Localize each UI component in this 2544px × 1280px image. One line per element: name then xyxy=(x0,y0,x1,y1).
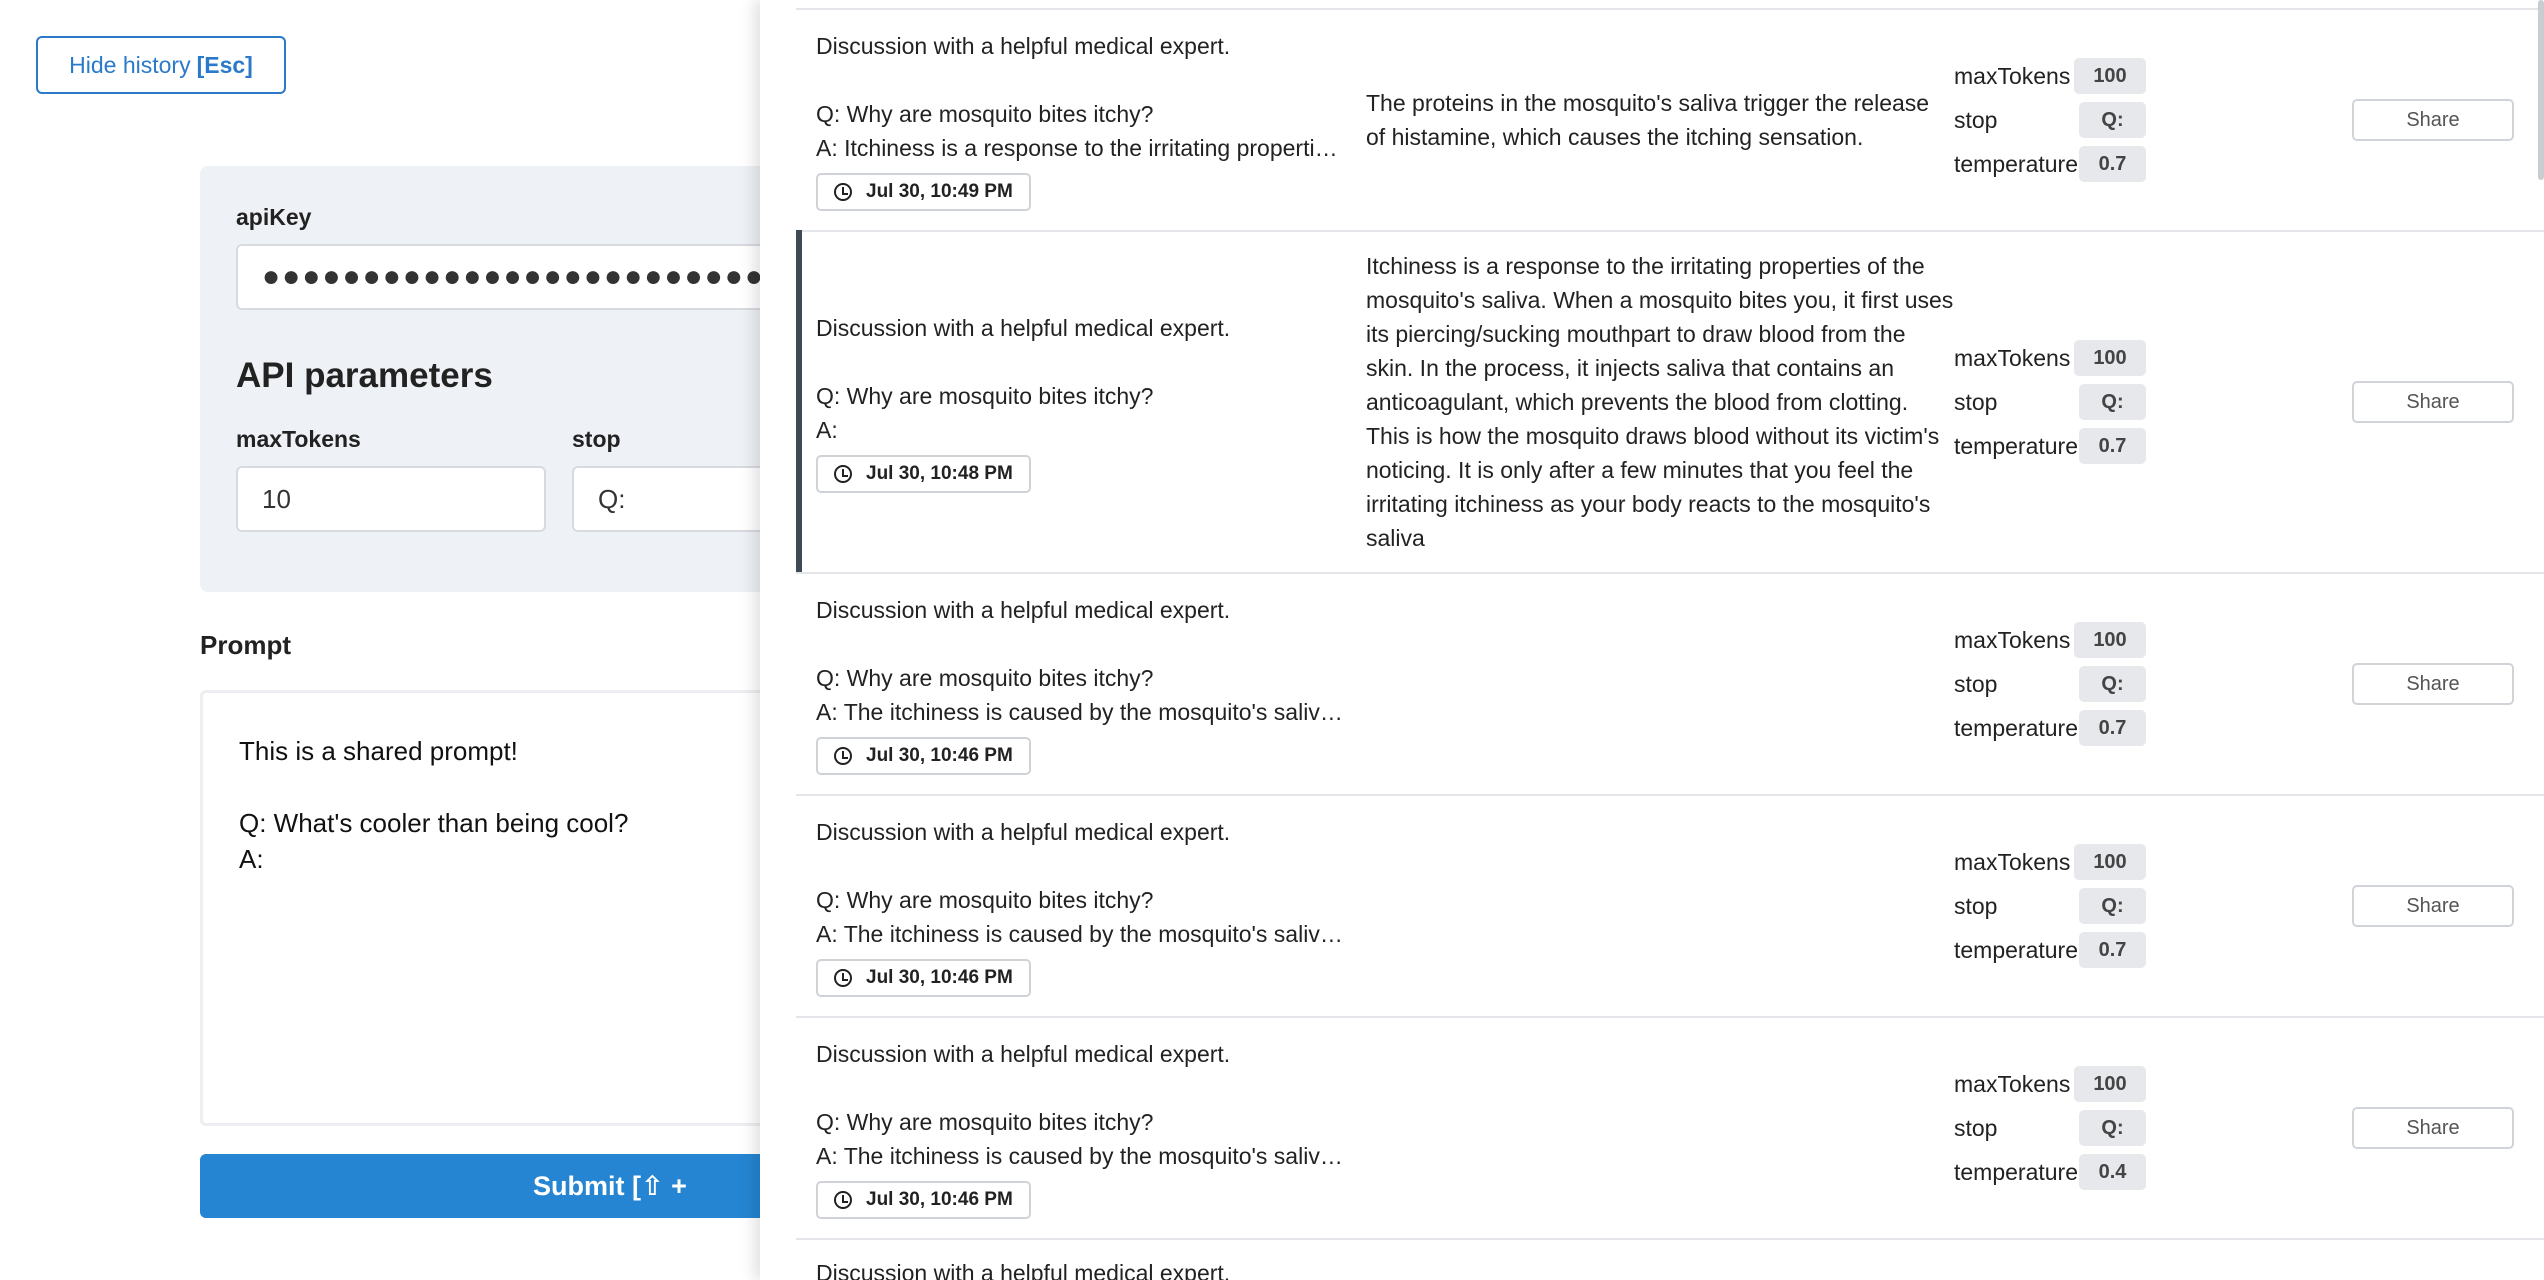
entry-prompt: Discussion with a helpful medical expert… xyxy=(796,311,1366,493)
timestamp-text: Jul 30, 10:46 PM xyxy=(866,967,1013,988)
prompt-line: Q: Why are mosquito bites itchy? xyxy=(816,383,1154,409)
param-name: stop xyxy=(1954,106,1998,133)
history-entry-selected[interactable]: Discussion with a helpful medical expert… xyxy=(796,230,2544,572)
param-name: temperature xyxy=(1954,936,2079,963)
prompt-line: A: The itchiness is caused by the mosqui… xyxy=(816,921,1346,947)
entry-prompt: Discussion with a helpful medical expert… xyxy=(796,1256,1366,1280)
prompt-line: A: xyxy=(816,417,838,443)
max-tokens-value: 100 xyxy=(2074,622,2146,658)
max-tokens-value: 100 xyxy=(2074,58,2146,94)
history-entry[interactable]: Discussion with a helpful medical expert… xyxy=(796,1238,2544,1280)
api-parameters-title: API parameters xyxy=(236,356,493,395)
entry-params: maxTokens 100 stop Q: temperature 0.4 xyxy=(1954,1062,2314,1194)
share-button[interactable]: Share xyxy=(2352,663,2514,705)
history-entry[interactable]: Discussion with a helpful medical expert… xyxy=(796,1016,2544,1238)
hide-history-button[interactable]: Hide history [Esc] xyxy=(36,36,286,94)
history-entry[interactable]: Discussion with a helpful medical expert… xyxy=(796,8,2544,230)
stop-value: Q: xyxy=(2079,888,2146,924)
temperature-value: 0.7 xyxy=(2079,710,2146,746)
param-name: maxTokens xyxy=(1954,626,2071,653)
prompt-line: A: The itchiness is caused by the mosqui… xyxy=(816,1143,1346,1169)
entry-prompt: Discussion with a helpful medical expert… xyxy=(796,29,1366,211)
entry-params: maxTokens 100 stop Q: temperature 0.7 xyxy=(1954,336,2314,468)
prompt-line: A: Itchiness is a response to the irrita… xyxy=(816,135,1346,161)
prompt-line: Q: Why are mosquito bites itchy? xyxy=(816,101,1154,127)
timestamp-badge: Jul 30, 10:46 PM xyxy=(816,1181,1031,1219)
prompt-line: Discussion with a helpful medical expert… xyxy=(816,1260,1231,1280)
share-button[interactable]: Share xyxy=(2352,885,2514,927)
stop-value: Q: xyxy=(2079,384,2146,420)
history-entry[interactable]: Discussion with a helpful medical expert… xyxy=(796,794,2544,1016)
stop-value: Q: xyxy=(2079,1110,2146,1146)
prompt-line: Q: Why are mosquito bites itchy? xyxy=(816,1109,1154,1135)
param-name: stop xyxy=(1954,892,1998,919)
stop-value: Q: xyxy=(2079,102,2146,138)
param-name: maxTokens xyxy=(1954,344,2071,371)
max-tokens-value: 100 xyxy=(2074,844,2146,880)
timestamp-text: Jul 30, 10:46 PM xyxy=(866,745,1013,766)
max-tokens-input[interactable]: 10 xyxy=(236,466,546,532)
stop-value: Q: xyxy=(2079,666,2146,702)
max-tokens-value: 100 xyxy=(2074,340,2146,376)
history-drawer: Discussion with a helpful medical expert… xyxy=(760,0,2544,1280)
hide-history-label: Hide history xyxy=(69,51,191,78)
timestamp-text: Jul 30, 10:48 PM xyxy=(866,463,1013,484)
timestamp-badge: Jul 30, 10:48 PM xyxy=(816,455,1031,493)
param-name: temperature xyxy=(1954,1158,2079,1185)
prompt-line: Discussion with a helpful medical expert… xyxy=(816,315,1231,341)
hide-history-shortcut: [Esc] xyxy=(196,51,253,78)
param-name: stop xyxy=(1954,388,1998,415)
timestamp-text: Jul 30, 10:46 PM xyxy=(866,1189,1013,1210)
temperature-value: 0.7 xyxy=(2079,428,2146,464)
prompt-line: Q: Why are mosquito bites itchy? xyxy=(816,665,1154,691)
param-name: temperature xyxy=(1954,150,2079,177)
prompt-line: Discussion with a helpful medical expert… xyxy=(816,597,1231,623)
timestamp-badge: Jul 30, 10:49 PM xyxy=(816,173,1031,211)
timestamp-badge: Jul 30, 10:46 PM xyxy=(816,737,1031,775)
entry-prompt: Discussion with a helpful medical expert… xyxy=(796,1037,1366,1219)
temperature-value: 0.4 xyxy=(2079,1154,2146,1190)
timestamp-text: Jul 30, 10:49 PM xyxy=(866,181,1013,202)
param-name: maxTokens xyxy=(1954,848,2071,875)
submit-label: Submit [⇧ + xyxy=(533,1170,687,1201)
history-list: Discussion with a helpful medical expert… xyxy=(796,8,2544,1280)
share-button[interactable]: Share xyxy=(2352,381,2514,423)
param-name: stop xyxy=(1954,1114,1998,1141)
param-name: stop xyxy=(1954,670,1998,697)
timestamp-badge: Jul 30, 10:46 PM xyxy=(816,959,1031,997)
entry-prompt: Discussion with a helpful medical expert… xyxy=(796,593,1366,775)
scrollbar-thumb[interactable] xyxy=(2538,0,2544,180)
param-name: maxTokens xyxy=(1954,1070,2071,1097)
prompt-line: A: The itchiness is caused by the mosqui… xyxy=(816,699,1346,725)
entry-params: maxTokens 100 stop Q: temperature 0.7 xyxy=(1954,618,2314,750)
prompt-line: Q: Why are mosquito bites itchy? xyxy=(816,887,1154,913)
stop-label: stop xyxy=(572,426,621,452)
clock-icon xyxy=(834,1191,852,1209)
entry-completion: Itchiness is a response to the irritatin… xyxy=(1366,253,1954,551)
clock-icon xyxy=(834,747,852,765)
entry-prompt: Discussion with a helpful medical expert… xyxy=(796,815,1366,997)
param-name: temperature xyxy=(1954,432,2079,459)
history-entry[interactable]: Discussion with a helpful medical expert… xyxy=(796,572,2544,794)
prompt-label: Prompt xyxy=(200,630,291,660)
entry-params: maxTokens 100 stop Q: temperature 0.7 xyxy=(1954,54,2314,186)
max-tokens-value: 100 xyxy=(2074,1066,2146,1102)
share-button[interactable]: Share xyxy=(2352,99,2514,141)
prompt-line: Discussion with a helpful medical expert… xyxy=(816,33,1231,59)
clock-icon xyxy=(834,969,852,987)
share-button[interactable]: Share xyxy=(2352,1107,2514,1149)
api-key-label: apiKey xyxy=(236,204,312,230)
param-name: temperature xyxy=(1954,714,2079,741)
temperature-value: 0.7 xyxy=(2079,146,2146,182)
param-name: maxTokens xyxy=(1954,62,2071,89)
entry-params: maxTokens 100 stop Q: temperature 0.7 xyxy=(1954,840,2314,972)
max-tokens-label: maxTokens xyxy=(236,426,361,452)
prompt-line: Discussion with a helpful medical expert… xyxy=(816,819,1231,845)
temperature-value: 0.7 xyxy=(2079,932,2146,968)
prompt-line: Discussion with a helpful medical expert… xyxy=(816,1041,1231,1067)
clock-icon xyxy=(834,465,852,483)
entry-completion: The proteins in the mosquito's saliva tr… xyxy=(1366,90,1930,150)
clock-icon xyxy=(834,183,852,201)
